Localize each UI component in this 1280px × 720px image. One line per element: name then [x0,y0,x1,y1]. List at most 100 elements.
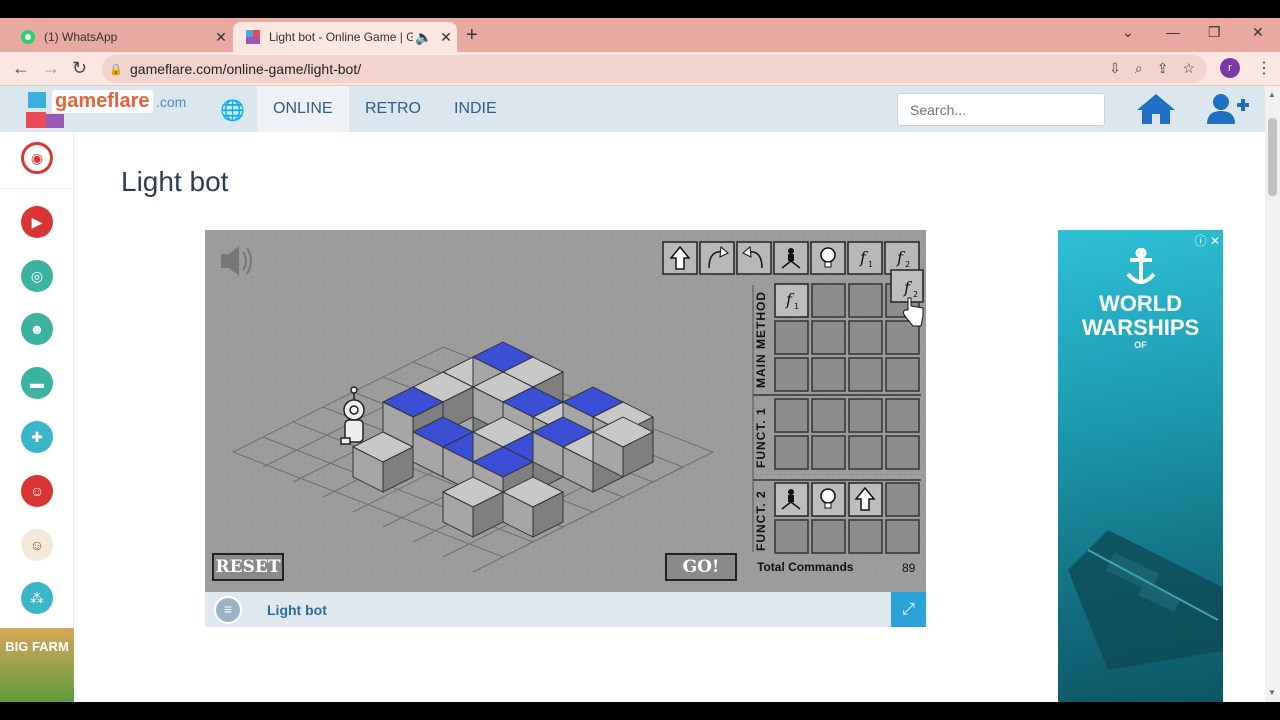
reload-icon[interactable]: ↻ [72,58,87,79]
funct1-slot[interactable] [811,398,846,433]
cmd-turn-left-button[interactable] [736,241,772,275]
scroll-down-icon[interactable]: ▼ [1268,688,1276,697]
nav-retro[interactable]: RETRO [349,86,437,132]
scroll-up-icon[interactable]: ▲ [1268,90,1276,99]
funct1-slot[interactable] [848,435,883,470]
main-method-slot[interactable] [811,283,846,318]
funct1-slot[interactable] [774,435,809,470]
add-user-icon[interactable] [1207,92,1249,126]
close-tab-icon[interactable]: ✕ [210,29,232,46]
ninja-icon[interactable]: ☻ [21,313,53,345]
gameflare-favicon-icon [245,29,261,45]
game-name: Light bot [267,602,327,618]
funct2-slot[interactable] [811,482,846,517]
game-canvas[interactable]: f1f2 f1 f 2 RESET GO! MAIN METHOD FUNCT.… [205,230,926,592]
main-method-slot[interactable] [774,357,809,392]
funct1-slot[interactable] [885,435,920,470]
browser-toolbar: ← → ↻ 🔒 gameflare.com/online-game/light-… [0,52,1280,86]
main-method-slot[interactable] [885,357,920,392]
ad-banner[interactable]: ⓘ ✕ WORLD WARSHIPS OF [1058,230,1223,702]
go-button[interactable]: GO! [665,553,737,581]
zoom-icon[interactable]: ⌕ [1135,60,1143,77]
tab-lightbot[interactable]: Light bot - Online Game | Ga 🔈 ✕ [233,22,457,52]
funct1-slot[interactable] [885,398,920,433]
svg-text:1: 1 [868,260,873,269]
page-scrollbar[interactable]: ▲ ▼ [1265,86,1280,702]
minimize-button[interactable]: — [1166,24,1180,40]
tab-title: Light bot - Online Game | Ga [269,30,413,44]
cmd-light-button[interactable] [810,241,846,275]
cmd-turn-right-button[interactable] [699,241,735,275]
ad-headline: WORLD WARSHIPS OF [1058,291,1223,351]
clown-icon[interactable]: ☺ [21,475,53,507]
address-bar[interactable]: 🔒 gameflare.com/online-game/light-bot/ ⇩… [102,55,1207,83]
big-farm-promo[interactable]: BIG FARM [0,628,74,702]
funct1-slot[interactable] [774,398,809,433]
tab-whatsapp[interactable]: (1) WhatsApp ✕ [8,22,232,52]
play-icon[interactable]: ▶ [21,206,53,238]
main-method-slot[interactable] [848,357,883,392]
cmd-jump-button[interactable] [773,241,809,275]
ad-info-close-icon[interactable]: ⓘ ✕ [1195,232,1220,249]
monkey-icon[interactable]: ☺ [21,529,53,561]
search-input[interactable] [897,93,1105,126]
forward-icon[interactable]: → [42,58,60,79]
funct2-slot[interactable] [774,482,809,517]
speaker-icon[interactable]: 🔈 [413,29,435,46]
close-tab-icon[interactable]: ✕ [435,29,457,46]
main-method-slot[interactable]: f1 [774,283,809,318]
nav-online[interactable]: ONLINE [257,86,349,132]
main-method-slot[interactable] [774,320,809,355]
cmd-f2-button[interactable]: f2 [884,241,920,275]
new-tab-button[interactable]: + [466,24,478,47]
install-icon[interactable]: ⇩ [1109,60,1121,77]
car-icon[interactable]: ▬ [21,367,53,399]
funct1-slot[interactable] [848,398,883,433]
funct2-slot[interactable] [848,482,883,517]
main-method-slot[interactable] [848,320,883,355]
game-board: f1f2 f1 f 2 [205,230,926,592]
tab-bar: (1) WhatsApp ✕ Light bot - Online Game |… [0,18,1280,52]
main-method-slot[interactable] [811,357,846,392]
scroll-thumb[interactable] [1268,118,1277,196]
site-logo[interactable]: gameflare [52,90,153,113]
main-method-slot[interactable] [811,320,846,355]
funct1-slot[interactable] [811,435,846,470]
site-logo-suffix: .com [156,94,187,110]
reset-button[interactable]: RESET [212,553,284,581]
svg-text:2: 2 [913,290,918,299]
bookmark-star-icon[interactable]: ☆ [1182,60,1195,77]
rocks-icon[interactable]: ⁂ [21,582,53,614]
funct2-slot[interactable] [848,519,883,554]
game-menu-icon[interactable]: ≡ [214,596,242,624]
ad-brand: WORLD WARSHIPS [1081,291,1200,340]
restore-button[interactable]: ❐ [1208,24,1221,41]
fullscreen-icon[interactable]: ⤢ [891,592,926,627]
browser-menu-icon[interactable]: ⋮ [1256,58,1272,78]
funct2-slot[interactable] [774,519,809,554]
funct2-slot[interactable] [885,519,920,554]
funct2-slot[interactable] [885,482,920,517]
lock-icon: 🔒 [109,63,123,76]
tab-search-icon[interactable]: ⌄ [1122,24,1134,41]
gamepad-icon[interactable]: ✚ [21,421,53,453]
total-commands-label: Total Commands [757,560,854,574]
share-icon[interactable]: ⇪ [1157,60,1169,77]
main-method-slot[interactable] [848,283,883,318]
glasses-icon[interactable]: ◎ [21,260,53,292]
back-icon[interactable]: ← [12,58,30,79]
page-title: Light bot [121,166,229,197]
total-commands-value: 89 [902,561,916,575]
funct2-slot[interactable] [811,519,846,554]
globe-icon[interactable]: 🌐 [220,98,245,123]
close-window-button[interactable]: ✕ [1252,24,1264,41]
rail-divider [0,188,74,189]
rail-top-icon[interactable]: ◉ [21,142,53,174]
home-icon[interactable] [1135,92,1177,126]
dragged-f2-command[interactable]: f 2 [890,269,924,303]
cmd-f1-button[interactable]: f1 [847,241,883,275]
profile-avatar[interactable]: r [1220,58,1240,78]
cmd-forward-button[interactable] [662,241,698,275]
svg-text:1: 1 [794,302,799,311]
nav-indie[interactable]: INDIE [438,86,513,132]
